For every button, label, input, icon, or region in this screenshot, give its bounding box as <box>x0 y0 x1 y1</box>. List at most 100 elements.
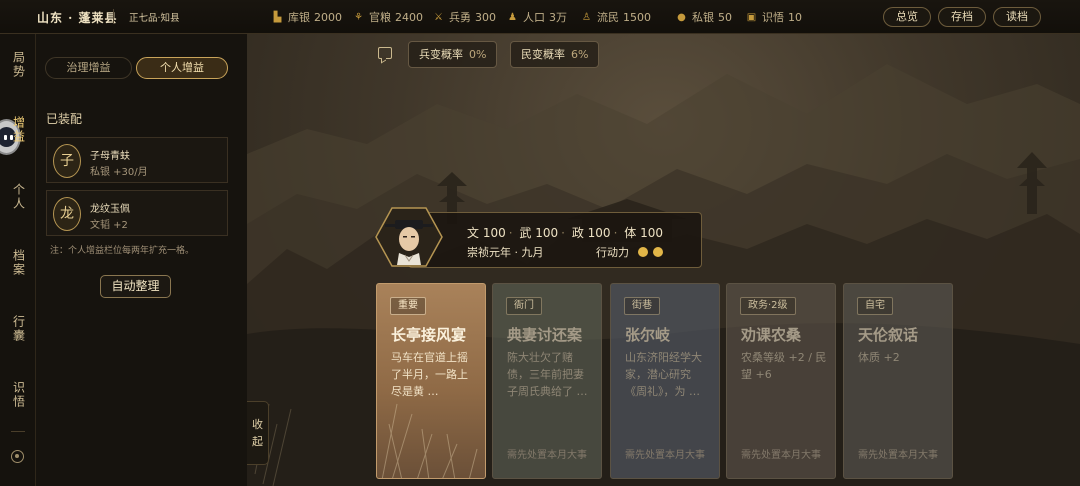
official-rank: 正七品·知县 <box>129 13 180 24</box>
attr-value: 100 <box>535 226 559 240</box>
card-lock-note: 需先处置本月大事 <box>507 450 587 461</box>
separator: · <box>561 226 565 240</box>
resource-label: 人口 <box>523 11 545 24</box>
attr-value: 100 <box>587 226 611 240</box>
item-badge: 子 <box>53 144 81 178</box>
resource-grain: ⚘ 官粮 2400 <box>353 9 423 25</box>
rail-tab-archive[interactable]: 档案 <box>0 249 36 281</box>
settings-icon[interactable] <box>11 450 24 463</box>
soldier-icon: ⚔ <box>434 11 443 23</box>
tab-personal-buffs[interactable]: 个人增益 <box>136 57 228 79</box>
slot-note: 注：个人增益栏位每两年扩充一格。 <box>50 246 195 256</box>
separator: · <box>508 226 513 240</box>
equipped-heading: 已装配 <box>46 112 83 126</box>
insight-icon: ▣ <box>746 11 757 23</box>
tab-governance-buffs[interactable]: 治理增益 <box>45 57 132 79</box>
attr-value: 100 <box>640 226 663 240</box>
separator: · <box>613 226 618 240</box>
resource-label: 兵勇 <box>449 11 471 24</box>
divider <box>113 9 114 24</box>
resource-value: 2000 <box>314 10 342 24</box>
auto-sort-button[interactable]: 自动整理 <box>100 275 171 298</box>
item-name: 龙纹玉佩 <box>90 204 130 215</box>
card-title: 劝课农桑 <box>741 326 802 344</box>
resource-value: 300 <box>475 10 496 24</box>
mutiny-chance: 兵变概率 0% <box>408 41 498 68</box>
card-lock-note: 需先处置本月大事 <box>858 450 938 461</box>
event-card-zhang-erqi[interactable]: 街巷 张尔岐 山东济阳经学大家，潜心研究《周礼》，为 … 需先处置本月大事 <box>610 283 720 479</box>
resource-label: 流民 <box>597 11 619 24</box>
resource-treasury: ▙ 库银 2000 <box>272 9 342 25</box>
card-description: 山东济阳经学大家，潜心研究《周礼》，为 … <box>625 351 702 398</box>
overview-button[interactable]: 总览 <box>883 7 931 27</box>
grain-icon: ⚘ <box>354 11 363 23</box>
card-title: 张尔岐 <box>625 326 671 344</box>
card-tag: 街巷 <box>624 297 660 315</box>
revolt-chance: 民变概率 6% <box>510 41 600 68</box>
event-card-family-talk[interactable]: 自宅 天伦叙话 体质 +2 需先处置本月大事 <box>843 283 953 479</box>
item-effect: 文韬 +2 <box>90 220 128 231</box>
buff-panel: 治理增益 个人增益 已装配 子 子母青蚨 私银 +30/月 龙 龙纹玉佩 文韬 … <box>36 34 247 486</box>
character-attributes: 文 100 · 武 100 · 政 100 · 体 100 <box>467 224 663 241</box>
resource-population: ♟ 人口 3万 <box>507 9 567 25</box>
resource-value: 3万 <box>549 11 567 24</box>
card-tag: 政务·2级 <box>740 297 796 315</box>
card-lock-note: 需先处置本月大事 <box>625 450 705 461</box>
action-point-coin-icon <box>637 247 648 257</box>
card-description: 马车在官道上摇了半月，一路上尽是黄 … <box>391 351 468 398</box>
rail-tab-bag[interactable]: 行囊 <box>0 315 36 347</box>
resource-label: 私银 <box>692 11 714 24</box>
action-points: 行动力 <box>596 244 663 260</box>
private-silver-icon: ● <box>677 11 686 23</box>
revolt-label: 民变概率 <box>521 48 565 61</box>
save-button[interactable]: 存档 <box>938 7 986 27</box>
resource-private-silver: ● 私银 50 <box>676 9 732 25</box>
game-date: 崇祯元年 · 九月 <box>467 246 544 259</box>
card-tag: 自宅 <box>857 297 893 315</box>
action-points-label: 行动力 <box>596 246 629 259</box>
top-bar: 山东 · 蓬莱县 正七品·知县 ▙ 库银 2000 ⚘ 官粮 2400 ⚔ 兵勇 30… <box>0 0 1080 34</box>
rail-tab-label: 识悟 <box>11 381 26 409</box>
equipped-slot[interactable]: 子 子母青蚨 私银 +30/月 <box>46 137 228 183</box>
rail-tab-situation[interactable]: 局势 <box>0 51 36 83</box>
card-lock-note: 需先处置本月大事 <box>741 450 821 461</box>
rail-divider <box>11 431 25 432</box>
attr-name: 文 <box>467 226 480 240</box>
card-description: 农桑等级 +2 / 民望 +6 <box>741 351 827 381</box>
load-button[interactable]: 读档 <box>993 7 1041 27</box>
collapse-panel-button[interactable]: 收 起 <box>247 401 269 465</box>
card-title: 典妻讨还案 <box>507 326 583 344</box>
rail-tab-label: 局势 <box>11 51 26 79</box>
card-tag: 重要 <box>390 297 426 315</box>
chat-icon[interactable] <box>378 47 392 59</box>
event-card-farewell-banquet[interactable]: 重要 长亭接风宴 马车在官道上摇了半月，一路上尽是黄 … <box>376 283 486 479</box>
rail-tab-buffs[interactable]: 增益 <box>0 116 36 148</box>
revolt-value: 6% <box>571 48 589 61</box>
official-portrait[interactable] <box>375 207 443 267</box>
left-rail: 局势 增益 个人 档案 行囊 识悟 <box>0 34 36 486</box>
resource-value: 1500 <box>623 10 651 24</box>
card-tag: 衙门 <box>506 297 542 315</box>
action-point-coin-icon <box>652 247 663 257</box>
item-effect: 私银 +30/月 <box>90 167 148 178</box>
card-description: 体质 +2 <box>858 351 900 364</box>
rail-tab-label: 档案 <box>11 249 26 277</box>
item-name: 子母青蚨 <box>90 151 130 162</box>
population-icon: ♟ <box>508 11 517 23</box>
resource-refugees: ♙ 流民 1500 <box>581 9 651 25</box>
location-title: 山东 · 蓬莱县 <box>37 11 118 25</box>
event-card-pawned-wife-case[interactable]: 衙门 典妻讨还案 陈大壮欠了赌债，三年前把妻子周氏典给了 … 需先处置本月大事 <box>492 283 602 479</box>
equipped-slot[interactable]: 龙 龙纹玉佩 文韬 +2 <box>46 190 228 236</box>
resource-label: 库银 <box>288 11 310 24</box>
event-card-encourage-farming[interactable]: 政务·2级 劝课农桑 农桑等级 +2 / 民望 +6 需先处置本月大事 <box>726 283 836 479</box>
rail-tab-label: 增益 <box>11 116 26 144</box>
resource-value: 10 <box>788 10 802 24</box>
attr-name: 武 <box>519 226 532 240</box>
rail-tab-insight[interactable]: 识悟 <box>0 381 36 413</box>
resource-insight: ▣ 识悟 10 <box>746 9 802 25</box>
card-description: 陈大壮欠了赌债，三年前把妻子周氏典给了 … <box>507 351 588 398</box>
rail-tab-label: 个人 <box>11 183 26 211</box>
resource-label: 识悟 <box>762 11 784 24</box>
collapse-label: 起 <box>252 435 263 448</box>
rail-tab-personal[interactable]: 个人 <box>0 183 36 215</box>
